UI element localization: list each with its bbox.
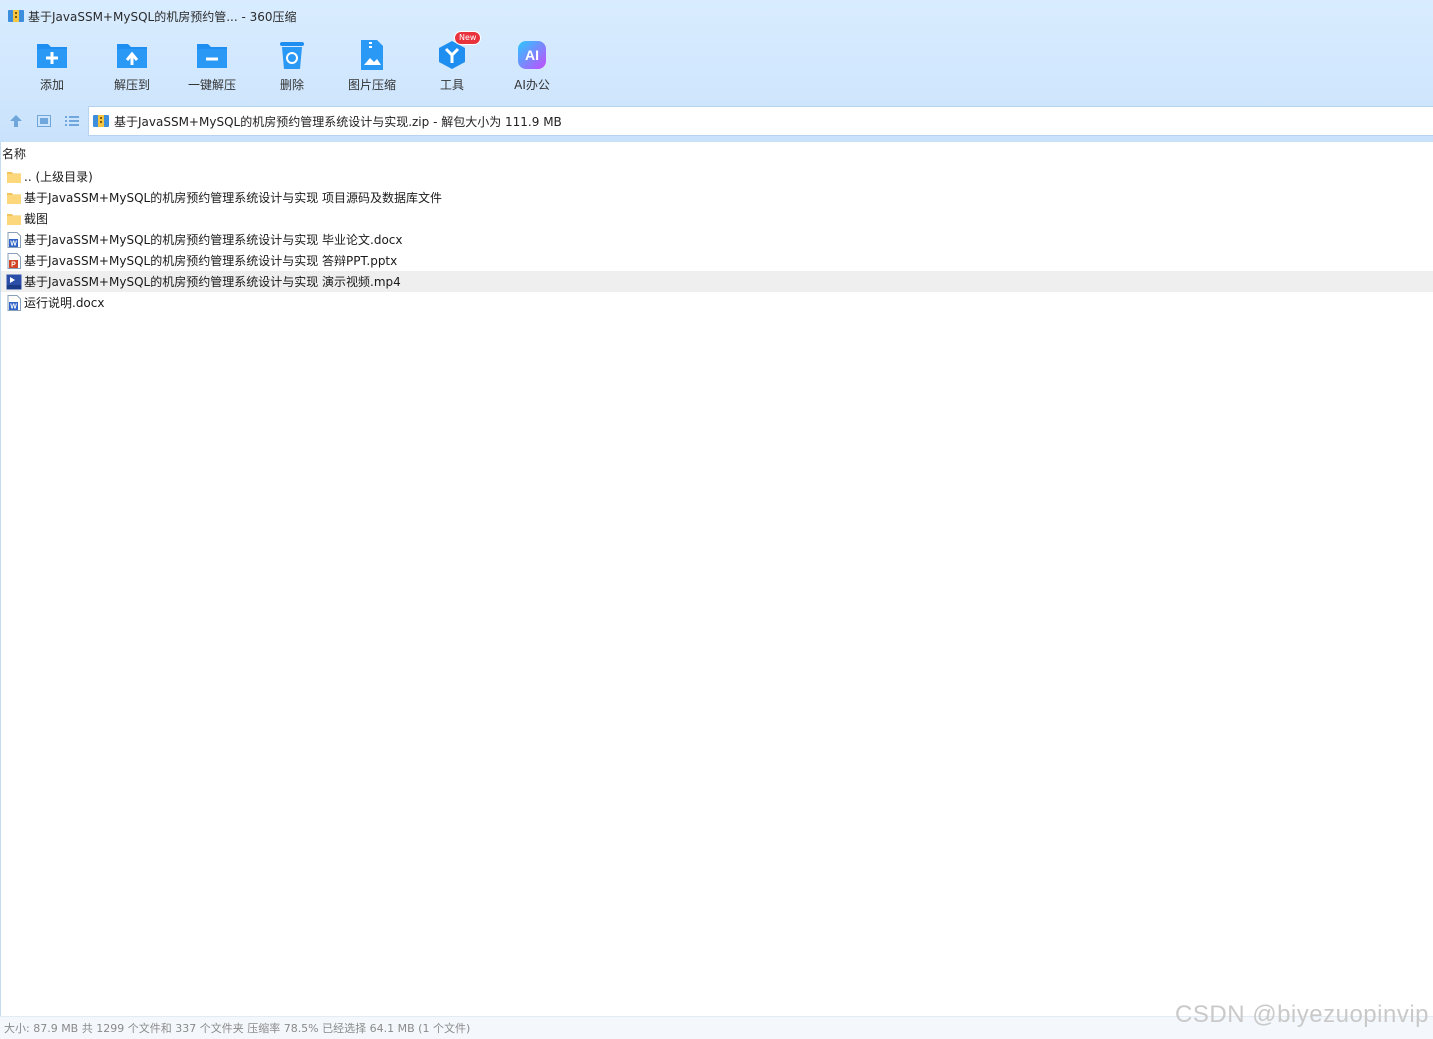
- image-compress-label: 图片压缩: [347, 78, 396, 92]
- tools-button[interactable]: New 工具: [412, 31, 492, 98]
- svg-text:W: W: [10, 240, 17, 247]
- file-row[interactable]: W 运行说明.docx: [1, 292, 1433, 313]
- folder-icon: [6, 169, 22, 185]
- file-name: 截图: [24, 212, 49, 226]
- navigation-bar: 基于JavaSSM+MySQL的机房预约管理系统设计与实现.zip - 解包大小…: [0, 106, 1433, 136]
- thumbnail-view-icon[interactable]: [32, 109, 56, 133]
- image-compress-icon: [355, 38, 389, 72]
- video-file-icon: [6, 274, 22, 290]
- word-document-icon: W: [6, 231, 22, 248]
- add-label: 添加: [39, 78, 64, 92]
- title-bar: 基于JavaSSM+MySQL的机房预约管... - 360压缩: [0, 0, 1433, 32]
- file-rows: .. (上级目录) 基于JavaSSM+MySQL的机房预约管理系统设计与实现 项…: [1, 166, 1433, 313]
- one-click-extract-icon: [195, 38, 229, 72]
- address-bar[interactable]: 基于JavaSSM+MySQL的机房预约管理系统设计与实现.zip - 解包大小…: [88, 106, 1433, 136]
- header-area: 基于JavaSSM+MySQL的机房预约管... - 360压缩 添加 解压到 …: [0, 0, 1433, 142]
- file-row[interactable]: 基于JavaSSM+MySQL的机房预约管理系统设计与实现 项目源码及数据库文件: [1, 187, 1433, 208]
- new-badge: New: [454, 31, 482, 45]
- file-list: 名称 .. (上级目录) 基于JavaSSM+MySQL的机房预约管理系统设计与实…: [0, 142, 1433, 1016]
- up-arrow-icon[interactable]: [4, 109, 28, 133]
- delete-button[interactable]: 删除: [252, 38, 332, 98]
- file-row[interactable]: W 基于JavaSSM+MySQL的机房预约管理系统设计与实现 毕业论文.docx: [1, 229, 1433, 250]
- main-toolbar: 添加 解压到 一键解压 删除 图片压缩 New 工具 AI AI办公: [12, 31, 572, 98]
- extract-to-button[interactable]: 解压到: [92, 38, 172, 98]
- zip-archive-icon: [8, 9, 24, 23]
- file-name: 基于JavaSSM+MySQL的机房预约管理系统设计与实现 毕业论文.docx: [24, 233, 403, 247]
- file-name: 基于JavaSSM+MySQL的机房预约管理系统设计与实现 答辩PPT.pptx: [24, 254, 398, 268]
- one-click-extract-button[interactable]: 一键解压: [172, 38, 252, 98]
- add-button[interactable]: 添加: [12, 38, 92, 98]
- ai-office-label: AI办公: [514, 78, 550, 92]
- file-name: .. (上级目录): [24, 170, 93, 184]
- file-name: 运行说明.docx: [24, 296, 105, 310]
- word-document-icon: W: [6, 294, 22, 311]
- svg-text:W: W: [10, 303, 17, 310]
- watermark: CSDN @biyezuopinvip: [1175, 1001, 1429, 1028]
- zip-archive-icon: [93, 114, 109, 128]
- delete-icon: [275, 38, 309, 72]
- powerpoint-icon: P: [6, 252, 22, 269]
- folder-icon: [6, 211, 22, 227]
- list-view-icon[interactable]: [60, 109, 84, 133]
- file-name: 基于JavaSSM+MySQL的机房预约管理系统设计与实现 演示视频.mp4: [24, 275, 401, 289]
- file-row[interactable]: 基于JavaSSM+MySQL的机房预约管理系统设计与实现 演示视频.mp4: [1, 271, 1433, 292]
- delete-label: 删除: [279, 78, 304, 92]
- tools-label: 工具: [439, 78, 464, 92]
- extract-to-icon: [115, 38, 149, 72]
- extract-to-label: 解压到: [113, 78, 150, 92]
- image-compress-button[interactable]: 图片压缩: [332, 38, 412, 98]
- svg-text:P: P: [11, 261, 16, 268]
- address-text: 基于JavaSSM+MySQL的机房预约管理系统设计与实现.zip - 解包大小…: [114, 114, 562, 129]
- ai-office-button[interactable]: AI AI办公: [492, 38, 572, 98]
- folder-icon: [6, 190, 22, 206]
- app-window: 基于JavaSSM+MySQL的机房预约管... - 360压缩 添加 解压到 …: [0, 0, 1433, 1039]
- add-icon: [35, 38, 69, 72]
- file-row[interactable]: .. (上级目录): [1, 166, 1433, 187]
- ai-office-icon: AI: [515, 38, 549, 72]
- column-header-name[interactable]: 名称: [1, 142, 1433, 166]
- window-title: 基于JavaSSM+MySQL的机房预约管... - 360压缩: [28, 9, 297, 24]
- status-text: 大小: 87.9 MB 共 1299 个文件和 337 个文件夹 压缩率 78.…: [4, 1022, 471, 1035]
- file-name: 基于JavaSSM+MySQL的机房预约管理系统设计与实现 项目源码及数据库文件: [24, 191, 443, 205]
- one-click-extract-label: 一键解压: [187, 78, 236, 92]
- svg-text:AI: AI: [525, 47, 539, 63]
- file-row[interactable]: P 基于JavaSSM+MySQL的机房预约管理系统设计与实现 答辩PPT.ppt…: [1, 250, 1433, 271]
- file-row[interactable]: 截图: [1, 208, 1433, 229]
